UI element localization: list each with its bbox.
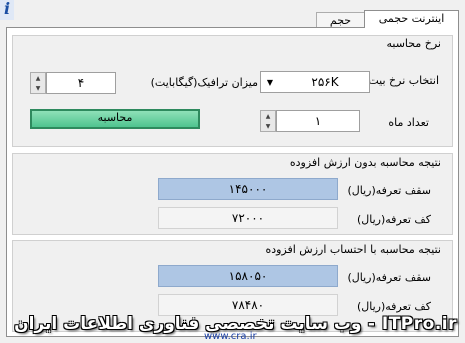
months-spinner[interactable]: ▲ ▼ (260, 110, 276, 132)
no-vat-ceiling-label: سقف تعرفه(ریال) (347, 184, 431, 197)
vat-group-title: نتیجه محاسبه با احتساب ارزش افزوده (265, 243, 441, 256)
tab-extra-volume[interactable]: حجم اضافه (316, 12, 365, 43)
no-vat-floor-value: ۷۲۰۰۰ (158, 207, 338, 229)
months-input[interactable]: ۱ (276, 110, 360, 132)
vat-floor-label: کف تعرفه(ریال) (356, 300, 431, 313)
vat-ceiling-value: ۱۵۸۰۵۰ (158, 265, 338, 287)
traffic-spinner[interactable]: ▲ ▼ (30, 72, 46, 94)
vat-ceiling-label: سقف تعرفه(ریال) (347, 271, 431, 284)
no-vat-ceiling-value: ۱۴۵۰۰۰ (158, 178, 338, 200)
chevron-down-icon[interactable]: ▼ (263, 72, 277, 92)
rate-group-title: نرخ محاسبه (386, 37, 441, 50)
spin-down-icon[interactable]: ▼ (31, 83, 45, 93)
months-label: تعداد ماه (388, 116, 429, 129)
tab-volume-internet[interactable]: اینترنت حجمی (364, 10, 459, 28)
bitrate-value: ۲۵۶K (311, 75, 339, 89)
no-vat-floor-label: کف تعرفه(ریال) (356, 213, 431, 226)
calculate-button[interactable]: محاسبه (30, 109, 200, 129)
traffic-label: میزان ترافیک(گیگابایت) (150, 76, 258, 89)
info-icon[interactable]: i (0, 0, 14, 20)
spin-down-icon[interactable]: ▼ (261, 121, 275, 131)
bitrate-select[interactable]: ▼ ۲۵۶K (260, 71, 370, 93)
traffic-input[interactable]: ۴ (46, 72, 116, 94)
footer-link[interactable]: www.cra.ir (204, 331, 257, 342)
vat-floor-value: ۷۸۴۸۰ (158, 294, 338, 316)
no-vat-group-title: نتیجه محاسبه بدون ارزش افزوده (289, 156, 441, 169)
